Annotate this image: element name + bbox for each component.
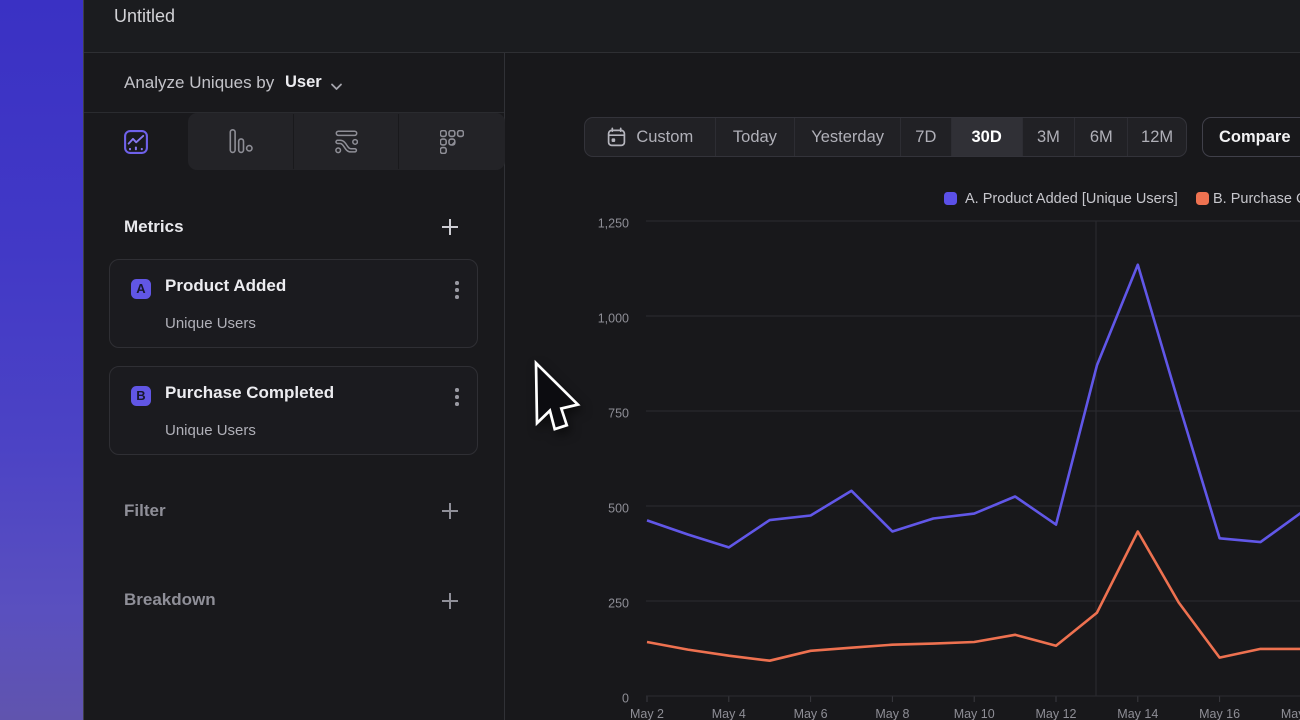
svg-text:1,000: 1,000 bbox=[598, 312, 629, 326]
svg-text:0: 0 bbox=[622, 692, 629, 706]
svg-text:May 12: May 12 bbox=[1036, 707, 1077, 720]
svg-text:250: 250 bbox=[608, 597, 629, 611]
svg-text:May 18: May 18 bbox=[1281, 707, 1300, 720]
svg-text:May 14: May 14 bbox=[1117, 707, 1158, 720]
svg-text:May 10: May 10 bbox=[954, 707, 995, 720]
svg-text:May 8: May 8 bbox=[875, 707, 909, 720]
svg-text:1,250: 1,250 bbox=[598, 217, 629, 231]
svg-text:May 4: May 4 bbox=[712, 707, 746, 720]
svg-text:500: 500 bbox=[608, 502, 629, 516]
svg-text:May 6: May 6 bbox=[794, 707, 828, 720]
svg-text:May 16: May 16 bbox=[1199, 707, 1240, 720]
svg-text:750: 750 bbox=[608, 407, 629, 421]
svg-text:May 2: May 2 bbox=[630, 707, 664, 720]
